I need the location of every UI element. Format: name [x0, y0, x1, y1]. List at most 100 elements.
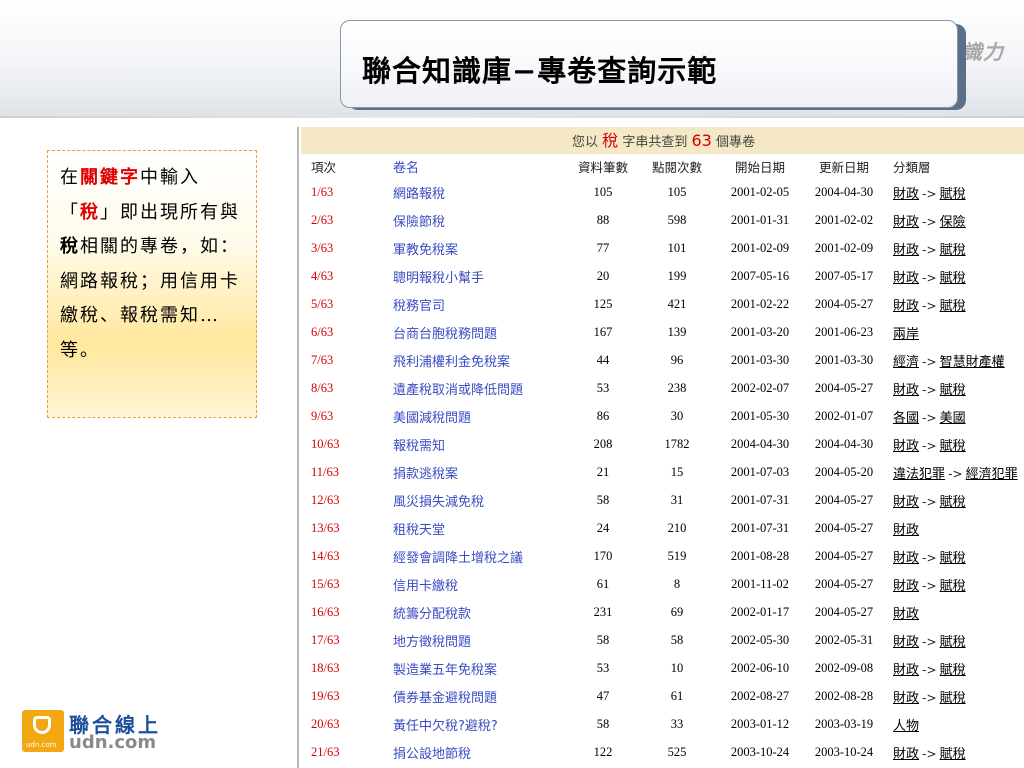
instruction-note: 在關鍵字中輸入「稅」即出現所有與稅相關的專卷，如：網路報稅；用信用卡繳稅、報稅需… [47, 150, 257, 418]
view-count: 199 [667, 268, 687, 283]
category-separator: -> [922, 186, 937, 201]
category-link-secondary[interactable]: 賦稅 [940, 243, 966, 258]
category-link-primary[interactable]: 財政 [893, 383, 919, 398]
category-link-primary[interactable]: 財政 [893, 551, 919, 566]
table-row[interactable]: 7/63 飛利浦權利金免稅案 44 96 2001-03-30 2001-03-30 經濟 … [301, 346, 1018, 374]
record-count: 24 [596, 520, 610, 535]
category-link-secondary[interactable]: 賦稅 [940, 635, 966, 650]
collection-name-link[interactable]: 軍教免稅案 [393, 234, 569, 262]
collection-name-link[interactable]: 風災損失減免稅 [393, 486, 569, 514]
collection-name-link[interactable]: 經發會調降土增稅之議 [393, 542, 569, 570]
collection-name-link[interactable]: 聰明報稅小幫手 [393, 262, 569, 290]
category-link-primary[interactable]: 財政 [893, 607, 919, 622]
collection-name-link[interactable]: 捐公設地節稅 [393, 738, 569, 766]
collection-name-link[interactable]: 稅務官司 [393, 290, 569, 318]
collection-name-link[interactable]: 捐款逃稅案 [393, 458, 569, 486]
category-link-primary[interactable]: 財政 [893, 495, 919, 510]
category-link-secondary[interactable]: 賦稅 [940, 299, 966, 314]
category-link-secondary[interactable]: 賦稅 [940, 495, 966, 510]
category-link-secondary[interactable]: 賦稅 [940, 691, 966, 706]
category-link-secondary[interactable]: 賦稅 [940, 747, 966, 762]
category-link-primary[interactable]: 財政 [893, 271, 919, 286]
table-row[interactable]: 2/63 保險節稅 88 598 2001-01-31 2001-02-02 財政 -> 保… [301, 206, 1018, 234]
updated-date: 2004-05-27 [814, 548, 874, 563]
table-row[interactable]: 21/63 捐公設地節稅 122 525 2003-10-24 2003-10-24 財政 … [301, 738, 1018, 766]
collection-name-link[interactable]: 遺產稅取消或降低問題 [393, 374, 569, 402]
table-row[interactable]: 6/63 台商台胞稅務問題 167 139 2001-03-20 2001-06-23 兩岸 [301, 318, 1018, 346]
category-separator: -> [948, 466, 963, 481]
category-link-primary[interactable]: 財政 [893, 691, 919, 706]
view-count: 8 [673, 576, 681, 591]
category-link-primary[interactable]: 財政 [893, 635, 919, 650]
table-row[interactable]: 11/63 捐款逃稅案 21 15 2001-07-03 2004-05-20 違法犯罪 -… [301, 458, 1018, 486]
category-link-secondary[interactable]: 賦稅 [940, 271, 966, 286]
table-row[interactable]: 15/63 信用卡繳稅 61 8 2001-11-02 2004-05-27 財政 -> 賦… [301, 570, 1018, 598]
category-link-secondary[interactable]: 賦稅 [940, 579, 966, 594]
table-row[interactable]: 14/63 經發會調降土增稅之議 170 519 2001-08-28 2004-05-2… [301, 542, 1018, 570]
collection-name-link[interactable]: 租稅天堂 [393, 514, 569, 542]
view-count: 421 [667, 296, 687, 311]
category-link-secondary[interactable]: 智慧財產權 [940, 355, 1005, 370]
table-row[interactable]: 13/63 租稅天堂 24 210 2001-07-31 2004-05-27 財政 [301, 514, 1018, 542]
category-link-primary[interactable]: 人物 [893, 719, 919, 734]
row-number: 6/63 [311, 324, 334, 339]
category-link-primary[interactable]: 違法犯罪 [893, 467, 945, 482]
category-link-primary[interactable]: 各國 [893, 411, 919, 426]
category-link-secondary[interactable]: 賦稅 [940, 663, 966, 678]
category-link-primary[interactable]: 財政 [893, 439, 919, 454]
collection-name-link[interactable]: 網路報稅 [393, 178, 569, 206]
row-number: 3/63 [311, 240, 334, 255]
category-link-secondary[interactable]: 保險 [940, 215, 966, 230]
table-row[interactable]: 9/63 美國減稅問題 86 30 2001-05-30 2002-01-07 各國 -> … [301, 402, 1018, 430]
collection-name-link[interactable]: 飛利浦權利金免稅案 [393, 346, 569, 374]
collection-name-link[interactable]: 製造業五年免稅案 [393, 654, 569, 682]
start-date: 2001-07-31 [730, 520, 790, 535]
category-separator: -> [922, 578, 937, 593]
category-link-primary[interactable]: 財政 [893, 523, 919, 538]
table-row[interactable]: 1/63 網路報稅 105 105 2001-02-05 2004-04-30 財政 -> … [301, 178, 1018, 206]
category-link-secondary[interactable]: 賦稅 [940, 383, 966, 398]
collection-name-link[interactable]: 美國減稅問題 [393, 402, 569, 430]
category-link-secondary[interactable]: 賦稅 [940, 551, 966, 566]
collection-name-link[interactable]: 保險節稅 [393, 206, 569, 234]
start-date: 2002-06-10 [730, 660, 790, 675]
category-link-primary[interactable]: 財政 [893, 243, 919, 258]
collection-name-link[interactable]: 報稅需知 [393, 430, 569, 458]
table-row[interactable]: 3/63 軍教免稅案 77 101 2001-02-09 2001-02-09 財政 -> … [301, 234, 1018, 262]
table-row[interactable]: 18/63 製造業五年免稅案 53 10 2002-06-10 2002-09-08 財政 … [301, 654, 1018, 682]
category-link-primary[interactable]: 財政 [893, 579, 919, 594]
record-count: 208 [593, 436, 613, 451]
table-row[interactable]: 12/63 風災損失減免稅 58 31 2001-07-31 2004-05-27 財政 -… [301, 486, 1018, 514]
brand-watermark: 識力 [962, 40, 1004, 64]
table-row[interactable]: 19/63 債券基金避稅問題 47 61 2002-08-27 2002-08-28 財政 … [301, 682, 1018, 710]
collection-name-link[interactable]: 債券基金避稅問題 [393, 682, 569, 710]
category-link-primary[interactable]: 財政 [893, 299, 919, 314]
table-row[interactable]: 10/63 報稅需知 208 1782 2004-04-30 2004-04-30 財政 -… [301, 430, 1018, 458]
category-link-primary[interactable]: 財政 [893, 663, 919, 678]
category-link-primary[interactable]: 兩岸 [893, 327, 919, 342]
collection-name-link[interactable]: 統籌分配稅款 [393, 598, 569, 626]
collection-name-link[interactable]: 黃任中欠稅?避稅? [393, 710, 569, 738]
updated-date: 2003-03-19 [814, 716, 874, 731]
category-link-primary[interactable]: 財政 [893, 187, 919, 202]
category-link-secondary[interactable]: 美國 [940, 411, 966, 426]
row-number: 5/63 [311, 296, 334, 311]
collection-name-link[interactable]: 信用卡繳稅 [393, 570, 569, 598]
table-row[interactable]: 8/63 遺產稅取消或降低問題 53 238 2002-02-07 2004-05-27 財… [301, 374, 1018, 402]
category-link-primary[interactable]: 經濟 [893, 355, 919, 370]
category-link-secondary[interactable]: 賦稅 [940, 187, 966, 202]
table-row[interactable]: 16/63 統籌分配稅款 231 69 2002-01-17 2004-05-27 財政 [301, 598, 1018, 626]
table-row[interactable]: 4/63 聰明報稅小幫手 20 199 2007-05-16 2007-05-17 財政 -… [301, 262, 1018, 290]
category-path: 財政 [885, 514, 1018, 542]
collection-name-link[interactable]: 地方徵稅問題 [393, 626, 569, 654]
category-path: 兩岸 [885, 318, 1018, 346]
category-link-secondary[interactable]: 賦稅 [940, 439, 966, 454]
category-link-primary[interactable]: 財政 [893, 215, 919, 230]
start-date: 2001-07-03 [730, 464, 790, 479]
category-link-primary[interactable]: 財政 [893, 747, 919, 762]
table-row[interactable]: 17/63 地方徵稅問題 58 58 2002-05-30 2002-05-31 財政 ->… [301, 626, 1018, 654]
collection-name-link[interactable]: 台商台胞稅務問題 [393, 318, 569, 346]
category-link-secondary[interactable]: 經濟犯罪 [966, 467, 1018, 482]
table-row[interactable]: 5/63 稅務官司 125 421 2001-02-22 2004-05-27 財政 -> … [301, 290, 1018, 318]
table-row[interactable]: 20/63 黃任中欠稅?避稅? 58 33 2003-01-12 2003-03-19 人物 [301, 710, 1018, 738]
